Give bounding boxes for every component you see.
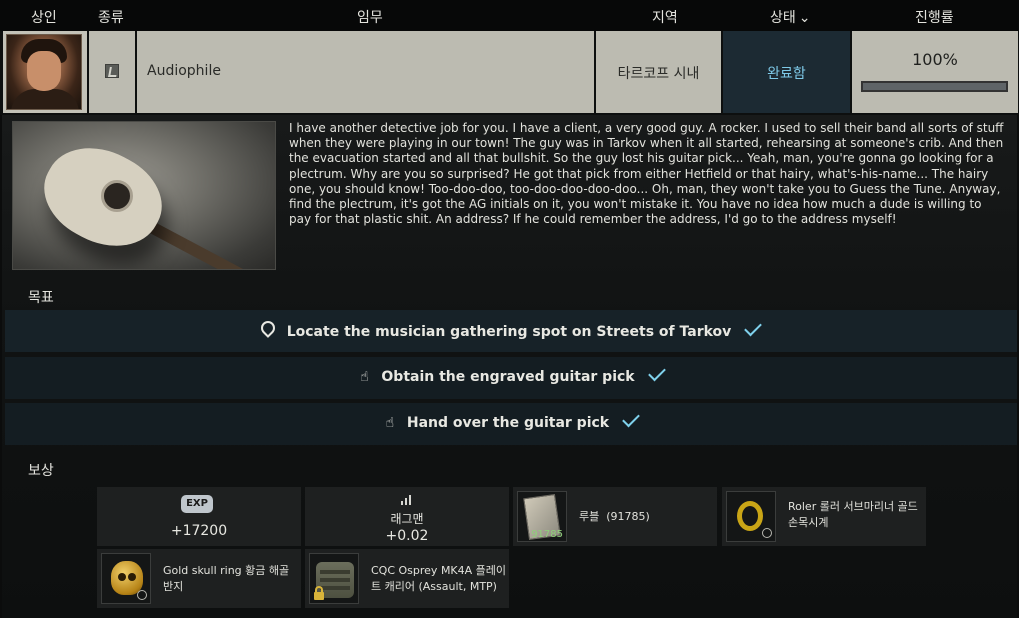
objective-text: Locate the musician gathering spot on St… [286, 324, 732, 340]
progress-bar-fill [863, 83, 1006, 90]
objectives-label: 목표 [28, 290, 54, 306]
trader-standing-icon [401, 493, 413, 505]
exp-icon: EXP [181, 495, 213, 513]
found-in-raid-icon [137, 590, 147, 600]
objective-item[interactable]: Locate the musician gathering spot on St… [5, 310, 1017, 352]
lock-icon [314, 586, 324, 600]
roubles-stack-count: 91785 [531, 529, 563, 540]
armor-label: CQC Osprey MK4A 플레이트 캐리어 (Assault, MTP) [371, 564, 507, 593]
exp-value: +17200 [170, 523, 228, 539]
hand-pointer-icon: ☝ [360, 369, 369, 385]
rewards-label: 보상 [28, 463, 54, 479]
watch-thumbnail [726, 491, 776, 542]
trader-cell [3, 31, 87, 113]
status-badge: 완료함 [767, 66, 806, 82]
header-status-label: 상태 [770, 10, 796, 26]
header-progress[interactable]: 진행률 [915, 7, 954, 27]
reward-item-ring[interactable]: Gold skull ring 황금 해골 반지 [97, 549, 301, 608]
roubles-amount: (91785) [606, 510, 650, 523]
roubles-name: 루블 [579, 510, 600, 523]
objective-item[interactable]: ☝ Hand over the guitar pick [5, 403, 1017, 445]
task-name-cell: Audiophile [137, 31, 594, 113]
location-cell: 타르코프 시내 [596, 31, 721, 113]
armor-thumbnail [309, 553, 359, 604]
quest-row[interactable]: Audiophile 타르코프 시내 완료함 100% [0, 31, 1019, 115]
ring-label: Gold skull ring 황금 해골 반지 [163, 564, 290, 593]
progress-percent: 100% [912, 50, 958, 69]
check-icon [744, 318, 763, 337]
task-table-header: 상인 종류 임무 지역 상태 ⌄ 진행률 [0, 0, 1019, 31]
progress-bar [861, 81, 1008, 92]
objective-text: Obtain the engraved guitar pick [381, 369, 635, 385]
location-pin-icon [257, 318, 278, 338]
hand-pointer-icon: ☝ [385, 415, 395, 431]
header-status[interactable]: 상태 ⌄ [770, 7, 811, 27]
quest-description: I have another detective job for you. I … [289, 121, 1004, 227]
watch-icon [737, 501, 763, 531]
task-name: Audiophile [147, 63, 221, 79]
reward-reputation[interactable]: 래그맨 +0.02 [305, 487, 509, 546]
type-cell [89, 31, 135, 113]
check-icon [622, 409, 640, 428]
header-trader[interactable]: 상인 [31, 7, 57, 27]
reputation-trader: 래그맨 [390, 512, 424, 526]
reputation-value: +0.02 [385, 528, 429, 544]
check-icon [647, 363, 666, 382]
progress-cell: 100% [852, 31, 1018, 113]
roubles-thumbnail: 91785 [517, 491, 567, 542]
reward-item-armor[interactable]: CQC Osprey MK4A 플레이트 캐리어 (Assault, MTP) [305, 549, 509, 608]
quest-details-panel: I have another detective job for you. I … [2, 115, 1017, 618]
reward-item-watch[interactable]: Roler 롤러 서브마리너 골드 손목시계 [722, 487, 926, 546]
watch-label: Roler 롤러 서브마리너 골드 손목시계 [788, 500, 918, 529]
objective-text: Hand over the guitar pick [406, 415, 610, 431]
trader-avatar [6, 34, 82, 110]
objective-item[interactable]: ☝ Obtain the engraved guitar pick [5, 357, 1017, 399]
header-task[interactable]: 임무 [357, 7, 383, 27]
chevron-down-icon: ⌄ [798, 10, 811, 26]
pickup-icon [105, 64, 119, 78]
reward-roubles[interactable]: 91785 루블 (91785) [513, 487, 717, 546]
roubles-label: 루블 (91785) [579, 509, 650, 525]
quest-image [12, 121, 276, 270]
header-location[interactable]: 지역 [652, 7, 678, 27]
status-cell: 완료함 [723, 31, 850, 113]
found-in-raid-icon [762, 528, 772, 538]
ring-thumbnail [101, 553, 151, 604]
reward-exp[interactable]: EXP +17200 [97, 487, 301, 546]
task-location: 타르코프 시내 [617, 66, 700, 82]
header-type[interactable]: 종류 [98, 7, 124, 27]
